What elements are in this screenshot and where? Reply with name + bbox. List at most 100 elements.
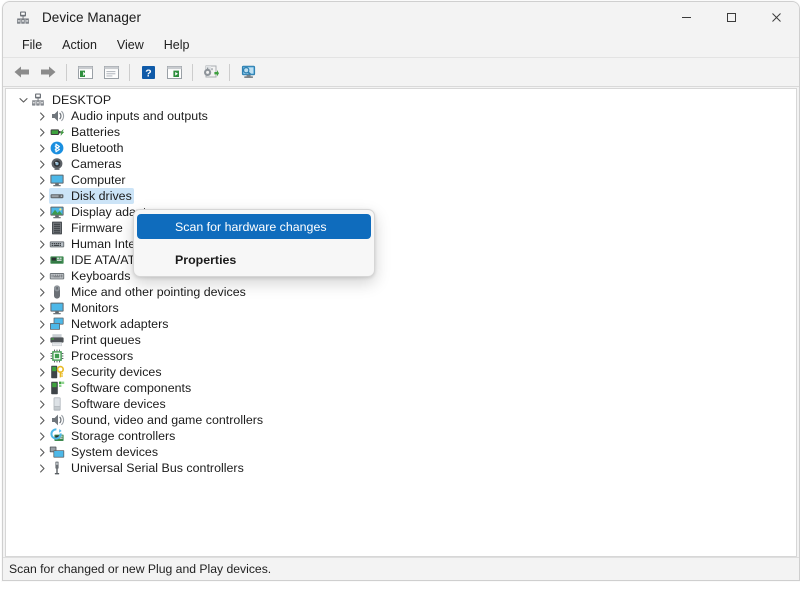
device-tree-pane[interactable]: DESKTOP Audio inputs and outputs Batteries… — [5, 88, 797, 557]
tree-item-label: Processors — [71, 349, 134, 363]
mouse-icon — [49, 284, 65, 300]
help-icon[interactable]: ? — [135, 60, 161, 84]
tree-item-ide-ata-atapi-controllers[interactable]: IDE ATA/ATAPI controllers — [6, 252, 796, 268]
tree-item-audio-inputs-and-outputs[interactable]: Audio inputs and outputs — [6, 108, 796, 124]
tree-item-bluetooth[interactable]: Bluetooth — [6, 140, 796, 156]
tree-item-label: Firmware — [71, 221, 123, 235]
update-driver-icon[interactable] — [161, 60, 187, 84]
context-menu-gap — [137, 239, 371, 247]
tree-item-sound-video-and-game-controllers[interactable]: Sound, video and game controllers — [6, 412, 796, 428]
tree-item-label: Sound, video and game controllers — [71, 413, 264, 427]
tree-item-label: Print queues — [71, 333, 141, 347]
properties-icon[interactable] — [98, 60, 124, 84]
system-device-icon — [49, 444, 65, 460]
chevron-right-icon[interactable] — [35, 156, 49, 172]
tree-item-universal-serial-bus-controllers[interactable]: Universal Serial Bus controllers — [6, 460, 796, 476]
tree-item-label: Mice and other pointing devices — [71, 285, 246, 299]
tree-item-mice-and-other-pointing-devices[interactable]: Mice and other pointing devices — [6, 284, 796, 300]
chevron-right-icon[interactable] — [35, 364, 49, 380]
chevron-right-icon[interactable] — [35, 188, 49, 204]
tree-item-keyboards[interactable]: Keyboards — [6, 268, 796, 284]
tree-item-print-queues[interactable]: Print queues — [6, 332, 796, 348]
tree-item-monitors[interactable]: Monitors — [6, 300, 796, 316]
usb-icon — [49, 460, 65, 476]
hid-icon — [49, 236, 65, 252]
chevron-down-icon[interactable] — [16, 92, 30, 108]
chevron-right-icon[interactable] — [35, 140, 49, 156]
chevron-right-icon[interactable] — [35, 284, 49, 300]
chevron-right-icon[interactable] — [35, 444, 49, 460]
tree-item-label: DESKTOP — [52, 93, 112, 107]
menu-help[interactable]: Help — [154, 35, 200, 55]
tree-item-computer[interactable]: Computer — [6, 172, 796, 188]
printer-icon — [49, 332, 65, 348]
tree-item-firmware[interactable]: Firmware — [6, 220, 796, 236]
ide-controller-icon — [49, 252, 65, 268]
menu-file[interactable]: File — [12, 35, 52, 55]
tree-item-display-adapters[interactable]: Display adapters — [6, 204, 796, 220]
chevron-right-icon[interactable] — [35, 124, 49, 140]
computer-root-icon — [30, 92, 46, 108]
tree-item-label: Cameras — [71, 157, 122, 171]
tree-item-label: Universal Serial Bus controllers — [71, 461, 244, 475]
close-button[interactable] — [754, 2, 799, 33]
maximize-button[interactable] — [709, 2, 754, 33]
chevron-right-icon[interactable] — [35, 300, 49, 316]
tree-item-label: Storage controllers — [71, 429, 176, 443]
firmware-chip-icon — [49, 220, 65, 236]
tree-item-label: Security devices — [71, 365, 162, 379]
chevron-right-icon[interactable] — [35, 268, 49, 284]
menu-view[interactable]: View — [107, 35, 154, 55]
chevron-right-icon[interactable] — [35, 460, 49, 476]
toolbar: ? — [3, 58, 799, 87]
chevron-right-icon[interactable] — [35, 252, 49, 268]
back-arrow-icon[interactable] — [9, 60, 35, 84]
context-menu-item-scan-for-hardware-changes[interactable]: Scan for hardware changes — [137, 214, 371, 239]
tree-item-software-components[interactable]: Software components — [6, 380, 796, 396]
toolbar-separator — [129, 63, 130, 81]
toolbar-separator — [192, 63, 193, 81]
monitor-icon — [49, 300, 65, 316]
tree-item-system-devices[interactable]: System devices — [6, 444, 796, 460]
titlebar: Device Manager — [3, 2, 799, 33]
monitor-icon — [49, 172, 65, 188]
speaker-icon — [49, 108, 65, 124]
tree-item-security-devices[interactable]: Security devices — [6, 364, 796, 380]
chevron-right-icon[interactable] — [35, 172, 49, 188]
chevron-right-icon[interactable] — [35, 204, 49, 220]
forward-arrow-icon[interactable] — [35, 60, 61, 84]
tree-item-label: Computer — [71, 173, 126, 187]
chevron-right-icon[interactable] — [35, 236, 49, 252]
tree-item-disk-drives[interactable]: Disk drives — [6, 188, 796, 204]
chevron-right-icon[interactable] — [35, 220, 49, 236]
chevron-right-icon[interactable] — [35, 316, 49, 332]
tree-item-processors[interactable]: Processors — [6, 348, 796, 364]
disable-device-icon[interactable] — [198, 60, 224, 84]
chevron-right-icon[interactable] — [35, 332, 49, 348]
chevron-right-icon[interactable] — [35, 412, 49, 428]
svg-text:?: ? — [145, 67, 151, 79]
context-menu: Scan for hardware changes Properties — [133, 209, 375, 277]
tree-item-label: Software devices — [71, 397, 166, 411]
tree-item-software-devices[interactable]: Software devices — [6, 396, 796, 412]
device-manager-window: Device Manager File Action View Help ? D… — [2, 1, 800, 581]
tree-item-batteries[interactable]: Batteries — [6, 124, 796, 140]
display-adapter-icon — [49, 204, 65, 220]
chevron-right-icon[interactable] — [35, 396, 49, 412]
show-hide-console-tree-icon[interactable] — [72, 60, 98, 84]
tree-item-desktop[interactable]: DESKTOP — [6, 92, 796, 108]
chevron-right-icon[interactable] — [35, 348, 49, 364]
tree-item-human-interface-devices[interactable]: Human Interface Devices — [6, 236, 796, 252]
tree-item-storage-controllers[interactable]: Storage controllers — [6, 428, 796, 444]
menu-action[interactable]: Action — [52, 35, 107, 55]
tree-item-label: Network adapters — [71, 317, 169, 331]
chevron-right-icon[interactable] — [35, 108, 49, 124]
chevron-right-icon[interactable] — [35, 428, 49, 444]
device-manager-icon — [15, 10, 31, 26]
scan-for-hardware-changes-icon[interactable] — [235, 60, 261, 84]
chevron-right-icon[interactable] — [35, 380, 49, 396]
tree-item-network-adapters[interactable]: Network adapters — [6, 316, 796, 332]
tree-item-cameras[interactable]: Cameras — [6, 156, 796, 172]
context-menu-item-properties[interactable]: Properties — [137, 247, 371, 272]
minimize-button[interactable] — [664, 2, 709, 33]
